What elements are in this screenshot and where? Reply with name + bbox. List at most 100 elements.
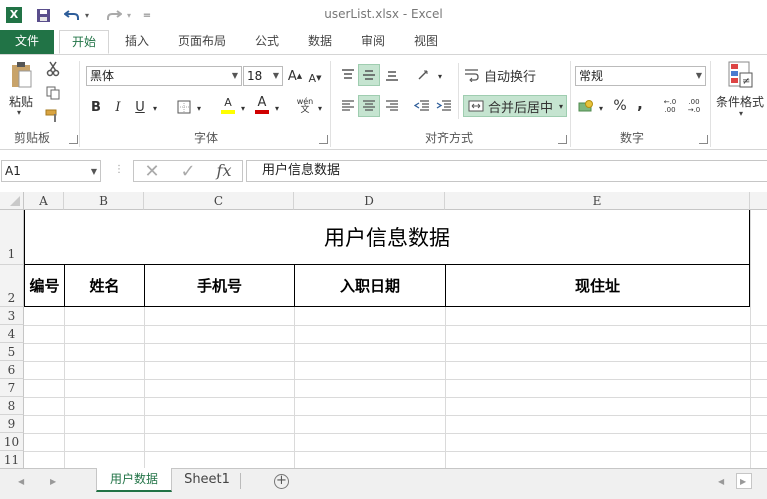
increase-decimal-icon[interactable]: ←.0.00 <box>660 95 680 117</box>
tab-divider <box>240 473 241 489</box>
font-launcher-icon[interactable] <box>319 135 328 144</box>
header-cell-name[interactable]: 姓名 <box>64 264 145 307</box>
clipboard-launcher-icon[interactable] <box>69 135 78 144</box>
align-center-icon[interactable] <box>358 95 380 117</box>
worksheet-grid[interactable]: A B C D E 1 2 3 4 5 6 7 8 9 10 11 用户信息数据… <box>0 192 767 468</box>
percent-button[interactable]: % <box>612 95 628 117</box>
tab-formulas[interactable]: 公式 <box>244 30 290 54</box>
tab-file[interactable]: 文件 <box>0 30 54 54</box>
row-header-2[interactable]: 2 <box>0 265 24 307</box>
copy-icon[interactable] <box>43 82 63 104</box>
phonetic-guide-icon[interactable]: wén 文 <box>295 95 315 117</box>
title-cell[interactable]: 用户信息数据 <box>24 210 750 265</box>
tab-insert[interactable]: 插入 <box>113 30 161 54</box>
orientation-icon[interactable] <box>414 64 436 86</box>
enter-icon[interactable]: ✓ <box>176 160 200 182</box>
conditional-formatting-button[interactable]: ≠ 条件格式 ▾ <box>714 59 767 123</box>
decrease-decimal-icon[interactable]: .00 →.0 <box>684 95 704 117</box>
header-cell-address[interactable]: 现住址 <box>445 264 750 307</box>
row-header-6[interactable]: 6 <box>0 361 24 379</box>
number-launcher-icon[interactable] <box>699 135 708 144</box>
tab-page-layout[interactable]: 页面布局 <box>170 30 234 54</box>
tab-data[interactable]: 数据 <box>297 30 343 54</box>
row-header-4[interactable]: 4 <box>0 325 24 343</box>
name-box[interactable]: A1 ▼ <box>1 160 101 182</box>
column-header-c[interactable]: C <box>144 192 294 210</box>
underline-button[interactable]: U <box>132 96 148 118</box>
shrink-font-button[interactable]: A ▼ <box>307 67 323 89</box>
paste-button[interactable]: 粘贴 ▾ <box>4 59 38 117</box>
orientation-dropdown-icon[interactable]: ▾ <box>436 65 444 87</box>
tab-review[interactable]: 审阅 <box>350 30 396 54</box>
comma-button[interactable]: , <box>634 93 646 115</box>
borders-icon[interactable] <box>174 96 194 118</box>
underline-dropdown-icon[interactable]: ▾ <box>150 97 160 119</box>
bold-button[interactable]: B <box>88 96 104 118</box>
formula-input[interactable]: 用户信息数据 <box>246 160 767 182</box>
scroll-left-icon[interactable]: ◀ <box>18 477 24 486</box>
scroll-right-icon[interactable]: ▶ <box>50 477 56 486</box>
row-header-9[interactable]: 9 <box>0 415 24 433</box>
merge-center-button[interactable]: 合并后居中 ▾ <box>463 95 567 117</box>
insert-function-icon[interactable]: fx <box>211 159 237 181</box>
bottom-align-icon[interactable] <box>382 64 402 86</box>
alignment-launcher-icon[interactable] <box>558 135 567 144</box>
accounting-dropdown-icon[interactable]: ▾ <box>597 97 605 119</box>
gridline <box>750 307 751 468</box>
cut-icon[interactable] <box>43 58 63 80</box>
row-header-11[interactable]: 11 <box>0 451 24 468</box>
hscroll-left-icon[interactable]: ◀ <box>718 477 724 486</box>
column-header-b[interactable]: B <box>64 192 144 210</box>
accounting-format-icon[interactable] <box>576 95 596 117</box>
font-color-button[interactable]: A <box>252 94 272 116</box>
format-painter-icon[interactable] <box>43 105 63 127</box>
borders-dropdown-icon[interactable]: ▾ <box>194 97 204 119</box>
header-cell-hire-date[interactable]: 入职日期 <box>294 264 446 307</box>
font-color-dropdown-icon[interactable]: ▾ <box>273 97 281 119</box>
column-header-d[interactable]: D <box>294 192 445 210</box>
font-name-box[interactable]: 黑体 ▼ <box>86 66 242 86</box>
sheet-tab-sheet1[interactable]: Sheet1 <box>174 469 240 491</box>
decrease-indent-icon[interactable] <box>412 95 432 117</box>
gridline <box>144 307 145 468</box>
wrap-text-button[interactable]: 自动换行 <box>464 64 540 86</box>
formula-bar-grip-icon: ⋮ <box>114 164 124 175</box>
font-size-box[interactable]: 18 ▼ <box>243 66 283 86</box>
header-cell-phone[interactable]: 手机号 <box>144 264 295 307</box>
paste-dropdown-icon: ▾ <box>17 108 22 117</box>
column-header-e[interactable]: E <box>445 192 750 210</box>
sheet-tab-user-data[interactable]: 用户数据 <box>96 468 172 492</box>
increase-indent-icon[interactable] <box>434 95 454 117</box>
select-all-corner[interactable] <box>0 192 24 210</box>
row-header-10[interactable]: 10 <box>0 433 24 451</box>
cancel-icon[interactable]: ✕ <box>140 160 164 182</box>
window-title: userList.xlsx - Excel <box>324 7 443 21</box>
row-header-1[interactable]: 1 <box>0 210 24 265</box>
tab-home[interactable]: 开始 <box>59 30 109 54</box>
row-header-3[interactable]: 3 <box>0 307 24 325</box>
title-bar: X ▾ ▾ = userList.xlsx - Excel <box>0 0 767 30</box>
row-header-5[interactable]: 5 <box>0 343 24 361</box>
fill-color-dropdown-icon[interactable]: ▾ <box>239 97 247 119</box>
row-header-7[interactable]: 7 <box>0 379 24 397</box>
phonetic-dropdown-icon[interactable]: ▾ <box>316 97 324 119</box>
grow-font-button[interactable]: A ▲ <box>287 65 303 87</box>
header-cell-id[interactable]: 编号 <box>24 264 65 307</box>
tab-view[interactable]: 视图 <box>403 30 449 54</box>
font-color-icon: A <box>257 95 267 110</box>
align-right-icon[interactable] <box>382 95 402 117</box>
hscroll-right-icon[interactable]: ▶ <box>740 477 746 486</box>
column-header-f[interactable] <box>750 192 767 210</box>
column-header-a[interactable]: A <box>24 192 64 210</box>
align-left-icon[interactable] <box>338 95 358 117</box>
number-format-value: 常规 <box>579 69 604 83</box>
top-align-icon[interactable] <box>338 64 358 86</box>
row-header-8[interactable]: 8 <box>0 397 24 415</box>
add-sheet-button[interactable]: + <box>274 474 289 489</box>
italic-button[interactable]: I <box>110 96 126 118</box>
middle-align-icon[interactable] <box>358 64 380 86</box>
gridline <box>24 379 767 380</box>
fill-color-button[interactable]: A <box>218 94 238 116</box>
wrap-text-label: 自动换行 <box>484 69 537 85</box>
number-format-box[interactable]: 常规 ▼ <box>575 66 706 86</box>
